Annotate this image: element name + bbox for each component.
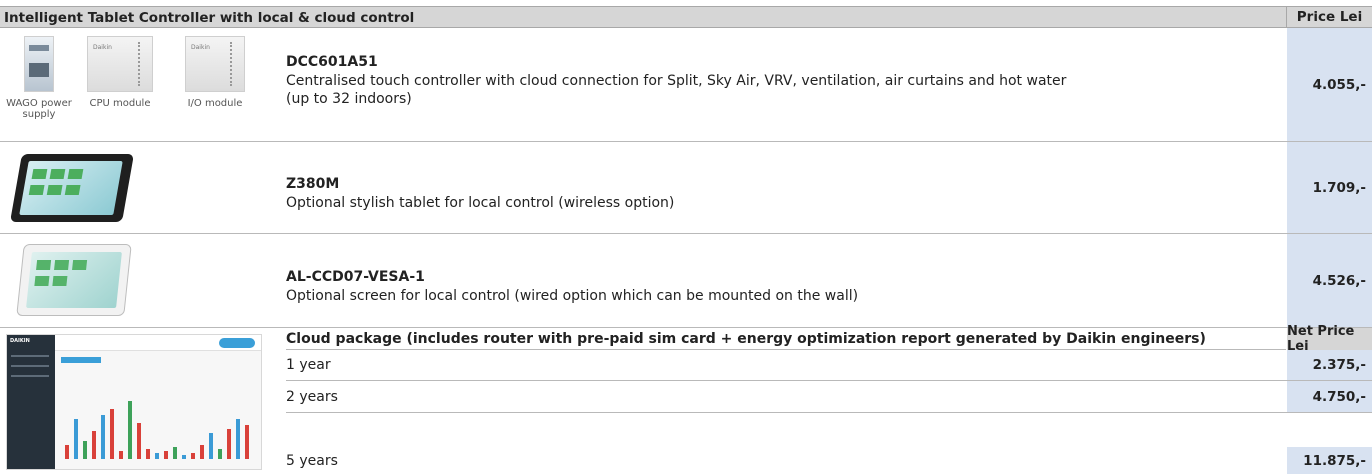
thumbnail-bar <box>200 445 204 459</box>
product-code: Z380M <box>286 176 340 192</box>
cloud-option-row: 2 years 4.750,- <box>286 381 1372 413</box>
product-price: 4.526,- <box>1286 234 1372 327</box>
product-description-line: (up to 32 indoors) <box>286 91 412 107</box>
thumbnail-bar <box>92 431 96 459</box>
cloud-option-price: 2.375,- <box>1286 350 1372 380</box>
cpu-module: Daikin CPU module <box>82 36 158 109</box>
cloud-option-label: 5 years <box>286 453 338 469</box>
product-price: 4.055,- <box>1286 28 1372 141</box>
thumbnail-bar <box>137 423 141 459</box>
product-description-line: Optional stylish tablet for local contro… <box>286 195 675 211</box>
cloud-option-label: 2 years <box>286 389 338 405</box>
cloud-dashboard-image: DAIKIN <box>6 334 262 470</box>
wago-power-supply-module: WAGO power supply <box>4 36 74 120</box>
thumbnail-bar <box>236 419 240 459</box>
thumbnail-bar <box>191 453 195 459</box>
tablet-image <box>10 154 134 222</box>
cloud-package-section: DAIKIN Cloud package (includes router wi… <box>0 324 1372 474</box>
cpu-module-brand: Daikin <box>93 44 112 51</box>
io-module-brand: Daikin <box>191 44 210 51</box>
table-header: Intelligent Tablet Controller with local… <box>0 6 1372 28</box>
thumbnail-bar <box>164 451 168 459</box>
thumbnail-bar <box>119 451 123 459</box>
price-column-header: Price Lei <box>1286 7 1372 27</box>
dashboard-bar-chart <box>65 401 249 459</box>
thumbnail-bar <box>209 433 213 459</box>
io-module: Daikin I/O module <box>180 36 250 109</box>
product-row-al-ccd07-vesa-1: AL-CCD07-VESA-1 Optional screen for loca… <box>0 234 1372 328</box>
product-description-line: Centralised touch controller with cloud … <box>286 73 1067 89</box>
thumbnail-bar <box>128 401 132 459</box>
cloud-package-title: Cloud package (includes router with pre-… <box>286 331 1206 347</box>
product-row-z380m: Z380M Optional stylish tablet for local … <box>0 142 1372 234</box>
cpu-module-caption: CPU module <box>89 98 151 109</box>
wago-power-supply-caption: WAGO power supply <box>6 98 72 120</box>
cloud-option-row: 1 year 2.375,- <box>286 350 1372 381</box>
thumbnail-bar <box>83 441 87 459</box>
cpu-module-image: Daikin <box>87 36 153 92</box>
io-module-caption: I/O module <box>187 98 243 109</box>
thumbnail-bar <box>65 445 69 459</box>
io-module-image: Daikin <box>185 36 245 92</box>
cloud-header-row: Cloud package (includes router with pre-… <box>286 324 1372 354</box>
dashboard-brand-logo: DAIKIN <box>10 338 30 344</box>
thumbnail-bar <box>110 409 114 459</box>
thumbnail-bar <box>245 425 249 459</box>
screen-image <box>16 244 132 316</box>
net-price-header: Net Price Lei <box>1286 324 1372 354</box>
cloud-option-price: 11.875,- <box>1286 447 1372 474</box>
price-header-label: Price Lei <box>1296 9 1363 25</box>
cloud-option-price: 4.750,- <box>1286 381 1372 412</box>
product-description: Z380M Optional stylish tablet for local … <box>286 176 674 212</box>
thumbnail-bar <box>173 447 177 459</box>
thumbnail-bar <box>227 429 231 459</box>
thumbnail-bar <box>146 449 150 459</box>
thumbnail-bar <box>101 415 105 459</box>
product-price: 1.709,- <box>1286 142 1372 233</box>
thumbnail-bar <box>155 453 159 459</box>
table-title: Intelligent Tablet Controller with local… <box>4 10 415 26</box>
product-description: AL-CCD07-VESA-1 Optional screen for loca… <box>286 269 858 305</box>
thumbnail-bar <box>74 419 78 459</box>
cloud-option-label: 1 year <box>286 357 331 373</box>
product-description-line: Optional screen for local control (wired… <box>286 288 859 304</box>
product-code: DCC601A51 <box>286 54 378 70</box>
thumbnail-bar <box>218 449 222 459</box>
thumbnail-bar <box>182 455 186 459</box>
wago-power-supply-image <box>24 36 54 92</box>
product-description: DCC601A51 Centralised touch controller w… <box>286 54 1066 108</box>
product-code: AL-CCD07-VESA-1 <box>286 269 425 285</box>
cloud-option-row: 5 years 11.875,- <box>286 413 1372 474</box>
product-row-dcc601a51: WAGO power supply Daikin CPU module Daik… <box>0 28 1372 142</box>
